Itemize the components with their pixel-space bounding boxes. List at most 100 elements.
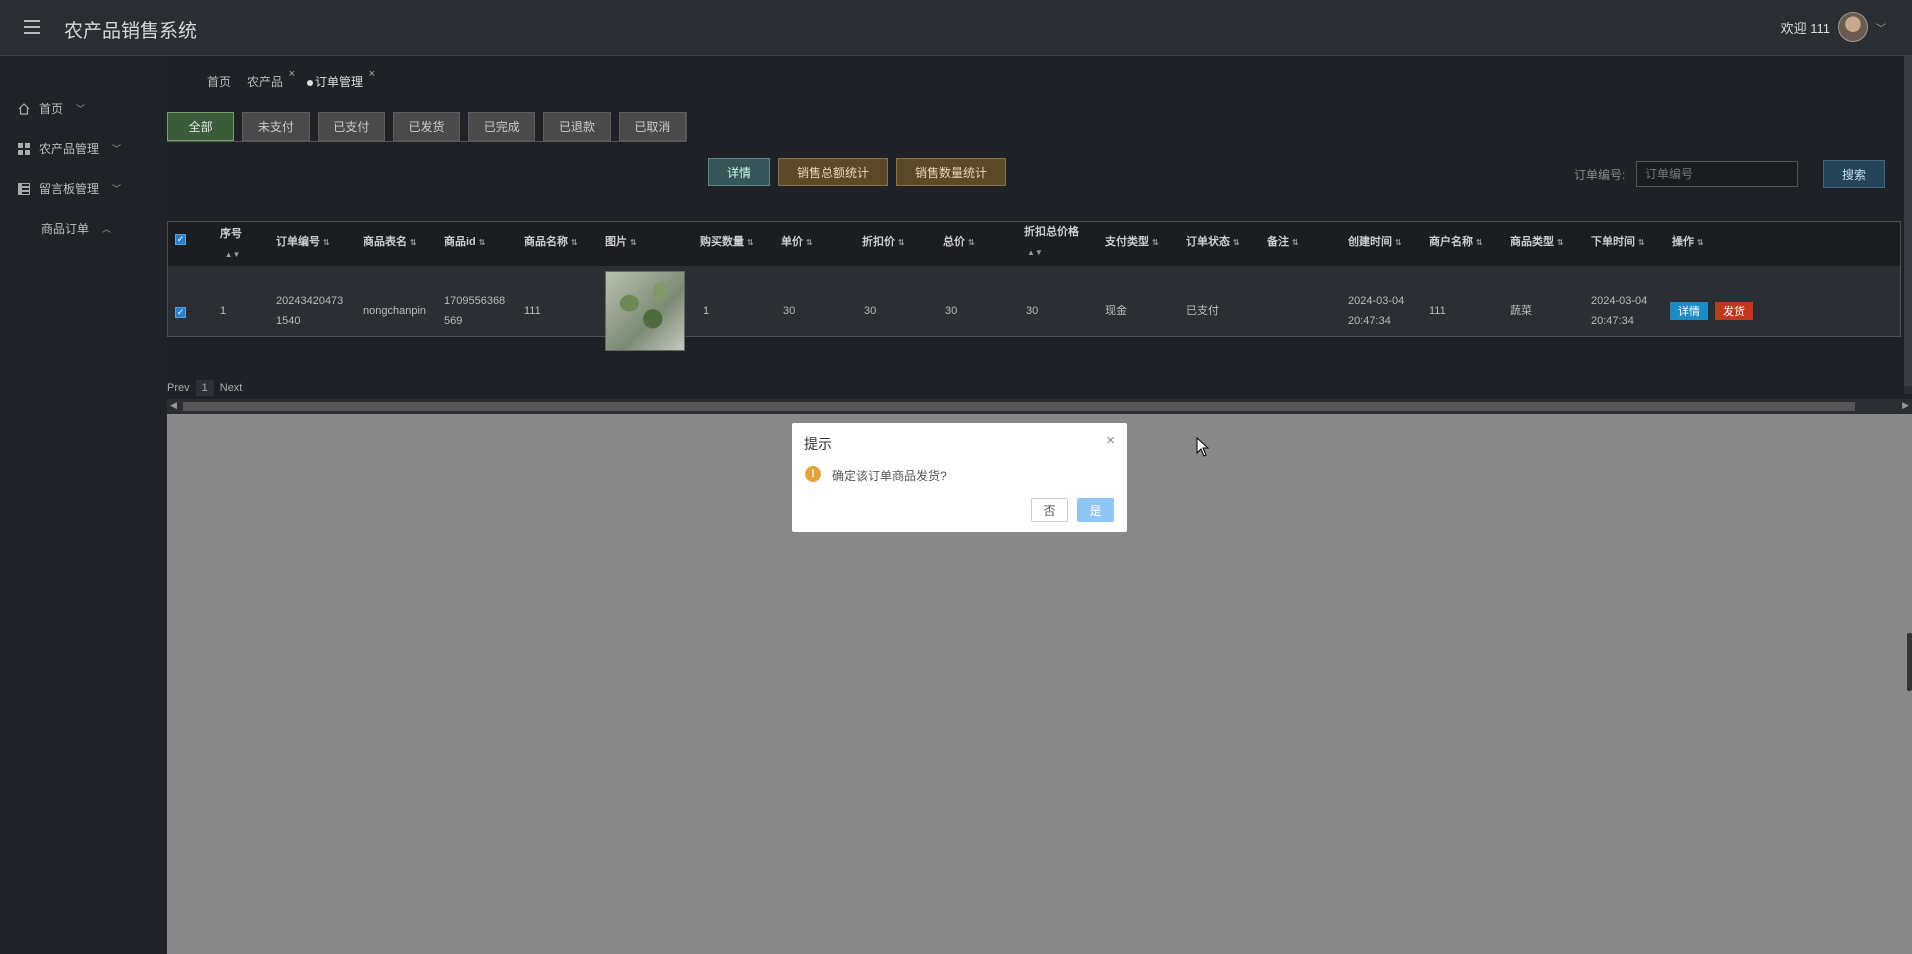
sort-icon[interactable]: ⇅	[1152, 238, 1159, 247]
sort-icon[interactable]: ⇅	[1697, 238, 1704, 247]
tab-products[interactable]: 农产品 ×	[241, 68, 295, 93]
sort-icon[interactable]: ⇅	[323, 238, 330, 247]
header-label: 订单编号	[276, 236, 320, 248]
header-goods-id[interactable]: 商品id ⇅	[444, 232, 485, 253]
close-icon[interactable]: ×	[1106, 432, 1115, 449]
sort-icon[interactable]: ⇅	[479, 238, 486, 247]
sort-icon[interactable]: ⇅	[1233, 238, 1240, 247]
dialog-title: 提示	[804, 436, 832, 452]
status-tab-completed[interactable]: 已完成	[468, 112, 536, 141]
header-pay-type[interactable]: 支付类型 ⇅	[1105, 232, 1159, 253]
cell-order-no: 20243420473 1540	[276, 291, 343, 331]
sort-icon[interactable]: ⇅	[630, 238, 637, 247]
horizontal-scrollbar[interactable]: ◀ ▶	[167, 399, 1912, 414]
side-drawer-handle[interactable]	[1907, 633, 1912, 691]
user-menu[interactable]: 欢迎 111 ﹀	[1781, 12, 1886, 42]
header-label: 商品名称	[524, 236, 568, 248]
header-merchant[interactable]: 商户名称 ⇅	[1429, 232, 1483, 253]
row-ship-button[interactable]: 发货	[1715, 302, 1753, 320]
status-tab-refunded[interactable]: 已退款	[543, 112, 611, 141]
header-order-no[interactable]: 订单编号 ⇅	[276, 232, 330, 253]
sort-icon[interactable]: ⇅	[898, 238, 905, 247]
header-qty[interactable]: 购买数量 ⇅	[700, 232, 754, 253]
confirm-button[interactable]: 是	[1077, 498, 1114, 522]
menu-toggle-icon[interactable]	[24, 20, 40, 34]
header-discount-total[interactable]: 折扣总价格 ▲▼	[1024, 222, 1079, 263]
sidebar: 首页 ﹀ 农产品管理 ﹀ 留言板管理 ﹀ 商品订单 ︿	[0, 56, 167, 954]
chevron-down-icon[interactable]: ﹀	[1876, 20, 1886, 35]
welcome-text: 欢迎 111	[1780, 20, 1830, 36]
status-tab-all[interactable]: 全部	[167, 112, 235, 141]
header-total[interactable]: 总价 ⇅	[943, 232, 975, 253]
page-current[interactable]: 1	[195, 380, 214, 396]
sidebar-item-messages[interactable]: 留言板管理 ﹀	[18, 180, 121, 197]
product-thumbnail[interactable]	[605, 271, 685, 351]
sidebar-item-orders[interactable]: 商品订单 ︿	[41, 220, 111, 237]
header-label: 购买数量	[700, 236, 744, 248]
row-checkbox[interactable]: ✓	[175, 307, 186, 318]
cell-text: 2024-03-04	[1591, 295, 1648, 307]
warning-icon: !	[805, 466, 821, 482]
next-button[interactable]: Next	[220, 382, 243, 394]
sort-icon[interactable]: ⇅	[1292, 238, 1299, 247]
header-discount-price[interactable]: 折扣价 ⇅	[862, 232, 905, 253]
header-goods-name[interactable]: 商品名称 ⇅	[524, 232, 578, 253]
sort-icon[interactable]: ⇅	[1638, 238, 1645, 247]
header-goods-type[interactable]: 商品类型 ⇅	[1510, 232, 1564, 253]
header-table-name[interactable]: 商品表名 ⇅	[363, 232, 417, 253]
sales-quantity-stats-button[interactable]: 销售数量统计	[896, 158, 1007, 186]
order-number-input[interactable]	[1636, 161, 1798, 187]
row-detail-button[interactable]: 详情	[1670, 302, 1708, 320]
status-tab-shipped[interactable]: 已发货	[392, 112, 461, 141]
status-tab-unpaid[interactable]: 未支付	[242, 112, 310, 141]
header-created[interactable]: 创建时间 ⇅	[1348, 232, 1402, 253]
header-order-time[interactable]: 下单时间 ⇅	[1591, 232, 1645, 253]
sort-icon[interactable]: ⇅	[1395, 238, 1402, 247]
chevron-down-icon: ﹀	[112, 144, 122, 154]
sidebar-item-label: 留言板管理	[39, 182, 100, 196]
header-image[interactable]: 图片 ⇅	[605, 232, 637, 253]
status-tab-paid[interactable]: 已支付	[317, 112, 385, 141]
close-icon[interactable]: ×	[369, 68, 375, 80]
sales-amount-stats-button[interactable]: 销售总额统计	[778, 158, 889, 186]
sidebar-item-home[interactable]: 首页 ﹀	[18, 100, 85, 117]
vertical-scrollbar[interactable]	[1904, 56, 1912, 394]
prev-button[interactable]: Prev	[167, 382, 190, 394]
header-label: 操作	[1672, 236, 1694, 248]
avatar[interactable]	[1838, 12, 1868, 42]
sort-icon[interactable]: ⇅	[410, 238, 417, 247]
sort-icon[interactable]: ⇅	[1557, 238, 1564, 247]
sort-icon[interactable]: ▲▼	[225, 250, 241, 259]
tab-orders[interactable]: 订单管理 ×	[301, 68, 375, 93]
header-label: 折扣总价格	[1024, 226, 1079, 238]
table-header: ✓ 序号 ▲▼ 订单编号 ⇅ 商品表名 ⇅ 商品id ⇅ 商品名称 ⇅ 图片 ⇅ 购买数量 ⇅…	[168, 222, 1900, 266]
action-bar: 详情 销售总额统计 销售数量统计	[708, 158, 1007, 186]
select-all-checkbox[interactable]: ✓	[175, 234, 186, 245]
scroll-thumb[interactable]	[1904, 56, 1912, 386]
search-label: 订单编号:	[1574, 168, 1626, 182]
sort-icon[interactable]: ⇅	[806, 238, 813, 247]
detail-button[interactable]: 详情	[708, 158, 771, 186]
sidebar-item-products[interactable]: 农产品管理 ﹀	[18, 140, 121, 157]
header-index[interactable]: 序号 ▲▼	[220, 224, 242, 265]
sort-icon[interactable]: ⇅	[1476, 238, 1483, 247]
scroll-thumb[interactable]	[183, 402, 1855, 411]
header-price[interactable]: 单价 ⇅	[781, 232, 813, 253]
cancel-button[interactable]: 否	[1031, 498, 1068, 522]
status-tab-cancelled[interactable]: 已取消	[618, 112, 686, 141]
search-button[interactable]: 搜索	[1823, 160, 1885, 188]
scroll-right-icon[interactable]: ▶	[1902, 400, 1909, 411]
close-icon[interactable]: ×	[289, 68, 295, 80]
header-remark[interactable]: 备注 ⇅	[1267, 232, 1299, 253]
sort-icon[interactable]: ⇅	[571, 238, 578, 247]
header-label: 订单状态	[1186, 236, 1230, 248]
sort-icon[interactable]: ▲▼	[1027, 248, 1043, 257]
scroll-left-icon[interactable]: ◀	[170, 400, 177, 411]
header-status[interactable]: 订单状态 ⇅	[1186, 232, 1240, 253]
tab-home[interactable]: 首页	[201, 70, 237, 93]
sort-icon[interactable]: ⇅	[747, 238, 754, 247]
tab-label: 首页	[207, 75, 232, 89]
sort-icon[interactable]: ⇅	[968, 238, 975, 247]
cell-order-time: 2024-03-04 20:47:34	[1591, 291, 1647, 331]
header-label: 总价	[943, 236, 965, 248]
